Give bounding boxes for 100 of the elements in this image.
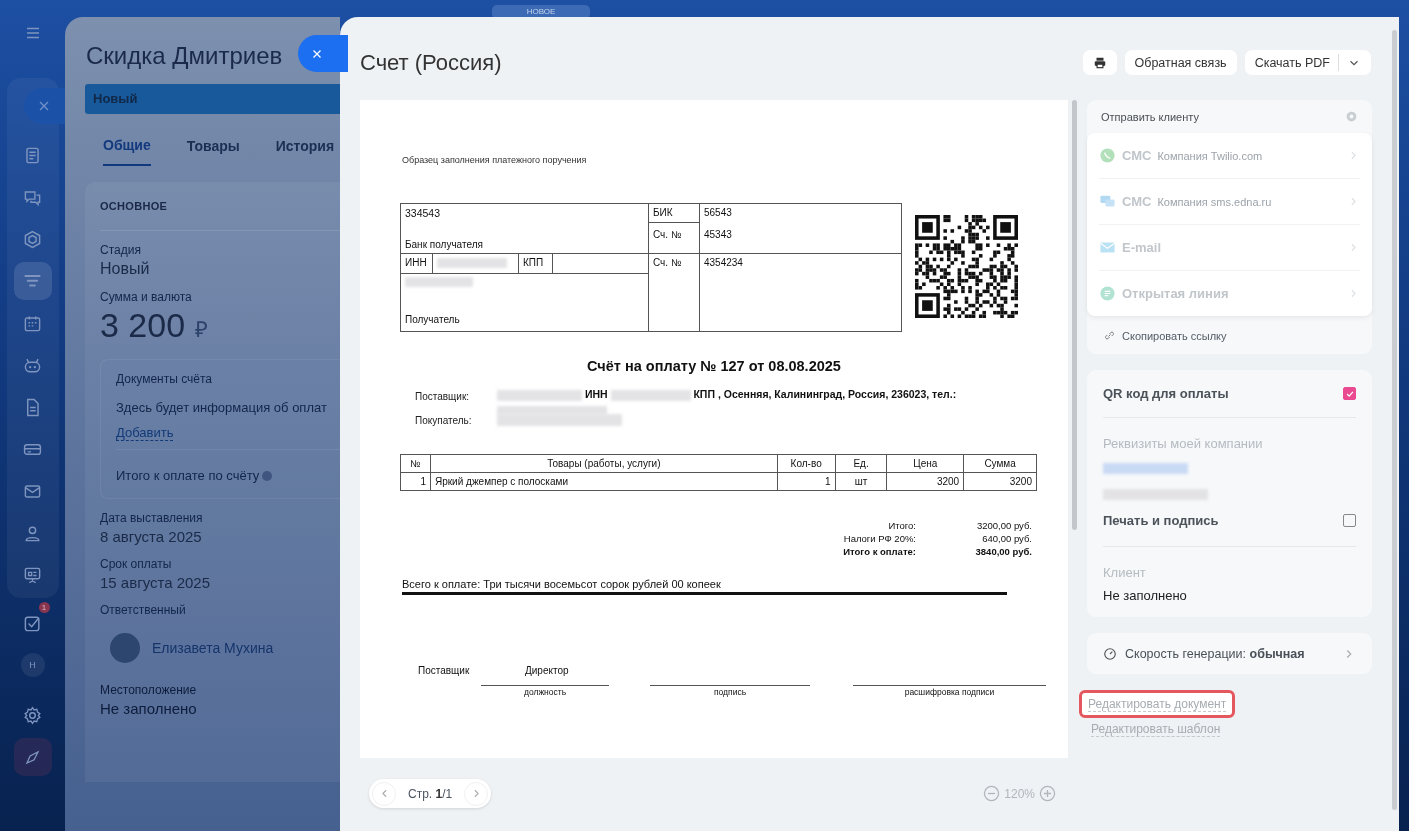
document-caption: Образец заполнения платежного поручения	[402, 155, 587, 165]
checkbox[interactable]	[1343, 514, 1356, 527]
panel-title: Документы счёта	[116, 372, 214, 386]
field-label: Получатель	[405, 314, 461, 325]
sidebar-item[interactable]	[13, 262, 52, 300]
total-value: 3200,00 руб.	[975, 520, 1032, 531]
stage-bar[interactable]: Новый	[85, 84, 340, 114]
column-header: Сумма	[963, 454, 1037, 473]
field-value: 45343	[700, 223, 901, 254]
edit-link[interactable]: Редактировать документ	[1079, 690, 1236, 718]
page-indicator: Стр. 1/1	[407, 786, 454, 801]
calendar-icon	[23, 313, 42, 333]
total-label: Итого к оплате по счёту	[116, 468, 260, 483]
sidebar-item[interactable]: Н	[13, 646, 52, 684]
supplier-details: КПП , Осенняя, Калининград, Россия, 236023, тел.:	[692, 388, 957, 400]
feedback-button[interactable]: Обратная связь	[1124, 50, 1237, 75]
party-label: Поставщик:	[415, 391, 470, 402]
field-label: БИК	[649, 204, 699, 223]
checkbox[interactable]	[1343, 387, 1356, 400]
tab[interactable]: История	[275, 134, 335, 166]
avatar-letter: Н	[20, 653, 45, 677]
settings-icon	[23, 705, 42, 725]
field-value: 8 августа 2025	[100, 528, 203, 545]
tab[interactable]: Общие	[103, 134, 151, 166]
total-value: 640,00 руб.	[981, 533, 1032, 544]
field-label: Стадия	[100, 243, 142, 257]
redacted-text	[405, 277, 473, 287]
signature-caption: должность	[481, 685, 609, 697]
checkbox-icon	[23, 613, 42, 633]
zoom-level: 120%	[1004, 786, 1035, 801]
info-text: Здесь будет информация об оплат	[116, 400, 328, 415]
field-value: Не заполнено	[100, 700, 198, 717]
table-cell: 3200	[886, 472, 964, 491]
amount-value: 3 200 ₽	[100, 306, 209, 345]
field-label: Сч. №	[652, 256, 683, 270]
invoice-heading: Счёт на оплату № 127 от 08.08.2025	[586, 358, 842, 374]
column-header: №	[400, 454, 431, 473]
table-cell: 1	[777, 472, 836, 491]
hexagon-icon	[23, 229, 42, 249]
signature-value: Директор	[525, 665, 569, 676]
table-cell: 3200	[963, 472, 1037, 491]
table-cell: Яркий джемпер с полосками	[430, 472, 778, 491]
presentation-board-icon	[23, 565, 42, 585]
tab[interactable]: Товары	[186, 134, 240, 166]
option-value: Не заполнено	[1103, 587, 1188, 605]
field-label: Местоположение	[100, 683, 198, 697]
signature-caption: расшифровка подписи	[853, 685, 1046, 697]
field-label: ИНН	[401, 254, 433, 273]
option-label: Печать и подпись	[1103, 513, 1219, 528]
field-value: 56543	[703, 206, 733, 220]
sidebar-item[interactable]: 1	[13, 604, 52, 642]
account-number: 334543	[405, 207, 442, 219]
redacted-text	[437, 258, 507, 269]
modal-title: Счет (Россия)	[360, 49, 503, 76]
field-label: Срок оплаты	[100, 557, 173, 571]
deal-title: Скидка Дмитриев	[86, 42, 284, 71]
column-header: Кол-во	[777, 454, 836, 473]
avatar	[110, 633, 140, 663]
download-button[interactable]: Скачать PDF	[1244, 50, 1371, 75]
copy-link-button[interactable]: Скопировать ссылку	[1087, 316, 1243, 354]
add-link[interactable]: Добавить	[116, 425, 174, 441]
print-button[interactable]	[1082, 50, 1117, 75]
field-label: Сч. №	[649, 223, 699, 254]
table-cell: 1	[400, 472, 431, 491]
edit-link[interactable]: Редактировать шаблон	[1091, 722, 1221, 737]
field-label: КПП	[519, 254, 553, 273]
generation-speed-item[interactable]: Скорость генерации: обычная	[1087, 633, 1372, 674]
option-label: Реквизиты моей компании	[1103, 435, 1264, 451]
total-label: Итого к оплате:	[843, 546, 916, 557]
amount-in-words: Всего к оплате: Три тысячи восемьсот сорок рублей 00 копеек	[402, 578, 721, 590]
panel-title: Отправить клиенту	[1101, 110, 1199, 123]
signature-label: Поставщик	[418, 665, 470, 676]
column-header: Товары (работы, услуги)	[430, 454, 778, 473]
field-label: Ответственный	[100, 603, 187, 617]
field-label: Сумма и валюта	[100, 290, 193, 304]
party-label: Покупатель:	[415, 415, 472, 426]
total-label: Итого:	[888, 520, 916, 531]
column-header: Ед.	[835, 454, 887, 473]
signature-caption: подпись	[650, 685, 810, 697]
zoom-in-icon[interactable]	[1039, 785, 1056, 802]
person-name[interactable]: Елизавета Мухина	[152, 640, 274, 656]
gauge-icon	[1103, 646, 1117, 661]
table-cell: шт	[835, 472, 887, 491]
supplier-details: ИНН	[583, 388, 609, 400]
option-label: Клиент	[1103, 564, 1147, 580]
close-button[interactable]	[298, 35, 348, 72]
field-label: Дата выставления	[100, 511, 204, 525]
field-label: Банк получателя	[405, 239, 484, 250]
link-icon	[1103, 329, 1116, 342]
person-icon	[23, 523, 42, 543]
newspaper-icon	[23, 145, 42, 165]
option-label: QR код для оплаты	[1103, 386, 1229, 401]
field-value: Новый	[100, 260, 151, 278]
sidebar-item[interactable]	[13, 738, 52, 776]
column-header: Цена	[886, 454, 964, 473]
whatsapp-icon	[1099, 147, 1116, 164]
notification-badge: 1	[38, 602, 50, 613]
field-value: 15 августа 2025	[100, 574, 212, 591]
total-label: Налоги РФ 20%:	[843, 533, 916, 544]
zoom-out-icon[interactable]	[983, 785, 1001, 802]
